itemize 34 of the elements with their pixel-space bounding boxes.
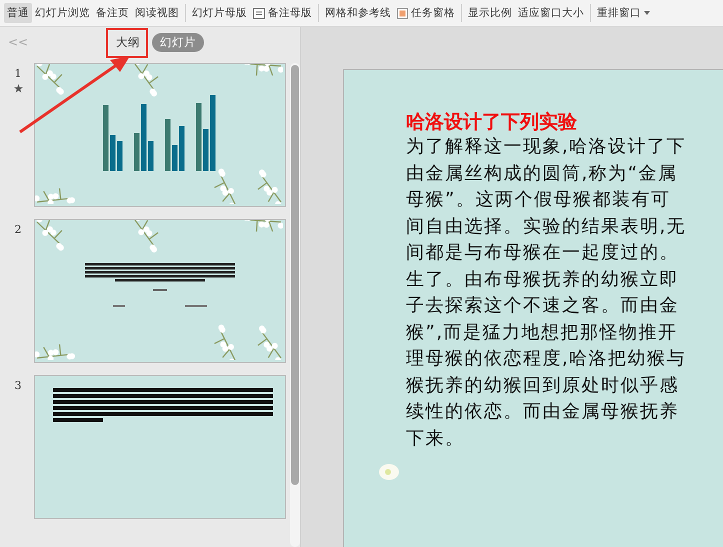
slide-text-line: 续性的依恋。而由金属母猴抚养 [406, 400, 680, 424]
slide-text-line: 间自由选择。实验的结果表明,无 [406, 214, 688, 238]
toolbar-button[interactable]: 显示比例 [465, 3, 515, 23]
toolbar-button[interactable]: 幻灯片母版 [189, 3, 250, 23]
slide-title: 哈洛设计了下列实验 [406, 110, 578, 134]
slide-number: 1 [14, 67, 22, 80]
slide-text-line: 猴抚养的幼猴回到原处时似乎感 [406, 374, 680, 398]
toolbar-button[interactable]: 网格和参考线 [322, 3, 394, 23]
notes-icon [253, 8, 265, 18]
slide-text-line: 由金属丝构成的圆筒,称为“金属 [406, 162, 679, 186]
slide-number: 3 [14, 379, 22, 392]
slide-text-line: 子去探索这个不速之客。而由金 [406, 294, 680, 318]
highlight-frame [106, 28, 148, 58]
panel-tab[interactable]: 大纲 [108, 32, 148, 52]
scrollbar-thumb[interactable] [291, 65, 299, 485]
slide-text-line: 生了。由布母猴抚养的幼猴立即 [406, 268, 680, 292]
view-tab[interactable]: 幻灯片浏览 [32, 3, 93, 23]
toolbar-button[interactable]: 适应窗口大小 [515, 3, 587, 23]
slide-text-line: 母猴”。这两个假母猴都装有可 [406, 188, 672, 212]
rearrange-dropdown[interactable]: 重排窗口 [594, 3, 653, 23]
caret-icon [644, 11, 650, 15]
slide-text-line: 间都是与布母猴在一起度过的。 [406, 241, 680, 265]
view-tab[interactable]: 普通 [4, 3, 32, 23]
view-tab[interactable]: 备注页 [93, 3, 132, 23]
slide-text-line: 理母猴的依恋程度,哈洛把幼猴与 [406, 347, 688, 371]
task-pane-checkbox[interactable]: 任务窗格 [394, 3, 458, 23]
toolbar-button[interactable]: 备注母版 [250, 3, 315, 23]
slide-text-line: 为了解释这一现象,哈洛设计了下 [406, 135, 688, 159]
slide-text-line: 下来。 [406, 426, 466, 450]
slide-number: 2 [14, 223, 22, 236]
slide-thumbnail[interactable] [34, 375, 286, 519]
flower-icon [378, 463, 400, 481]
slide-text-line: 猴”,而是猛力地想把那怪物推开 [406, 320, 679, 344]
view-tab[interactable]: 阅读视图 [132, 3, 182, 23]
